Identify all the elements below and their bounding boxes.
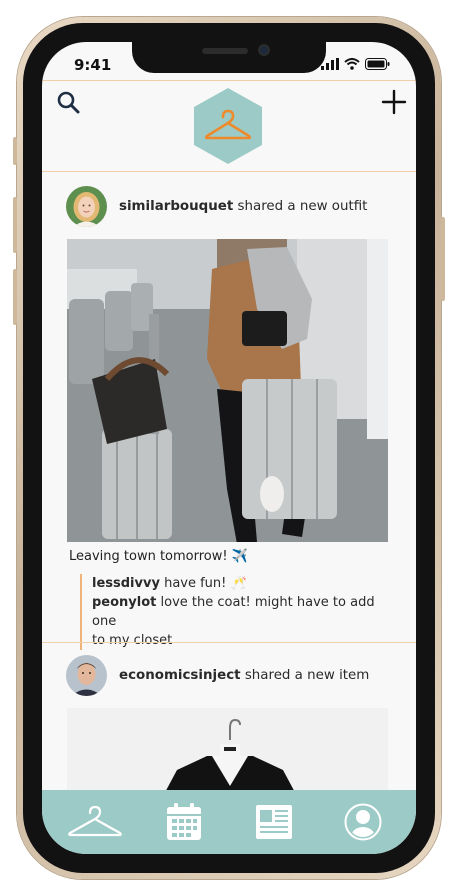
post-photo[interactable] bbox=[67, 708, 388, 790]
feed[interactable]: similarbouquet shared a new outfit Leavi… bbox=[42, 172, 416, 790]
app-logo bbox=[192, 86, 264, 166]
app-header bbox=[42, 80, 416, 172]
tab-profile[interactable] bbox=[333, 797, 393, 847]
volume-up-button bbox=[13, 197, 17, 253]
battery-icon bbox=[365, 58, 390, 70]
avatar[interactable] bbox=[66, 654, 107, 696]
comment: lessdivvy have fun! 🥂 bbox=[92, 574, 390, 593]
post-title: economicsinject shared a new item bbox=[119, 668, 369, 683]
front-camera bbox=[258, 44, 270, 56]
add-button[interactable] bbox=[380, 88, 408, 116]
comment: peonylot love the coat! might have to ad… bbox=[92, 593, 390, 631]
comment-continuation: to my closet bbox=[92, 631, 390, 650]
app-screen: 9:41 similarbouquet shared a new outfit … bbox=[42, 42, 416, 854]
user-avatar-image bbox=[66, 185, 107, 227]
post-title: similarbouquet shared a new outfit bbox=[119, 199, 367, 214]
tab-news[interactable] bbox=[244, 797, 304, 847]
profile-icon bbox=[344, 803, 382, 841]
post-photo[interactable] bbox=[67, 239, 388, 542]
comment-text: have fun! 🥂 bbox=[164, 576, 247, 591]
status-icons bbox=[321, 58, 390, 70]
speaker bbox=[202, 48, 248, 54]
comment-username[interactable]: peonylot bbox=[92, 595, 156, 610]
plus-icon bbox=[381, 89, 407, 115]
item-photo bbox=[67, 708, 388, 790]
header-divider bbox=[42, 80, 416, 81]
post-action: shared a new outfit bbox=[237, 198, 368, 214]
notch bbox=[132, 42, 326, 73]
post-username[interactable]: economicsinject bbox=[119, 668, 241, 683]
hanger-icon bbox=[194, 88, 262, 164]
calendar-icon bbox=[167, 803, 202, 840]
tab-calendar[interactable] bbox=[154, 797, 214, 847]
wifi-icon bbox=[344, 58, 360, 70]
news-icon bbox=[255, 805, 292, 839]
mute-switch bbox=[13, 137, 17, 165]
post-action: shared a new item bbox=[244, 667, 370, 683]
tab-bar bbox=[42, 790, 416, 854]
post-username[interactable]: similarbouquet bbox=[119, 199, 233, 214]
avatar[interactable] bbox=[66, 185, 107, 227]
outfit-photo bbox=[67, 239, 388, 542]
hanger-icon bbox=[67, 805, 122, 837]
power-button bbox=[441, 217, 445, 301]
post-header: economicsinject shared a new item bbox=[66, 653, 386, 697]
search-button[interactable] bbox=[56, 90, 82, 116]
status-time: 9:41 bbox=[74, 56, 112, 74]
comment-thread: lessdivvy have fun! 🥂 peonylot love the … bbox=[80, 574, 390, 650]
comment-username[interactable]: lessdivvy bbox=[92, 576, 160, 591]
post-divider bbox=[42, 642, 416, 643]
post-header: similarbouquet shared a new outfit bbox=[66, 184, 386, 228]
comment-text: to my closet bbox=[92, 633, 173, 648]
search-icon bbox=[57, 91, 80, 114]
tab-closet[interactable] bbox=[65, 797, 125, 847]
volume-down-button bbox=[13, 269, 17, 325]
post-caption: Leaving town tomorrow! ✈️ bbox=[69, 549, 248, 564]
user-avatar-image bbox=[66, 654, 107, 696]
